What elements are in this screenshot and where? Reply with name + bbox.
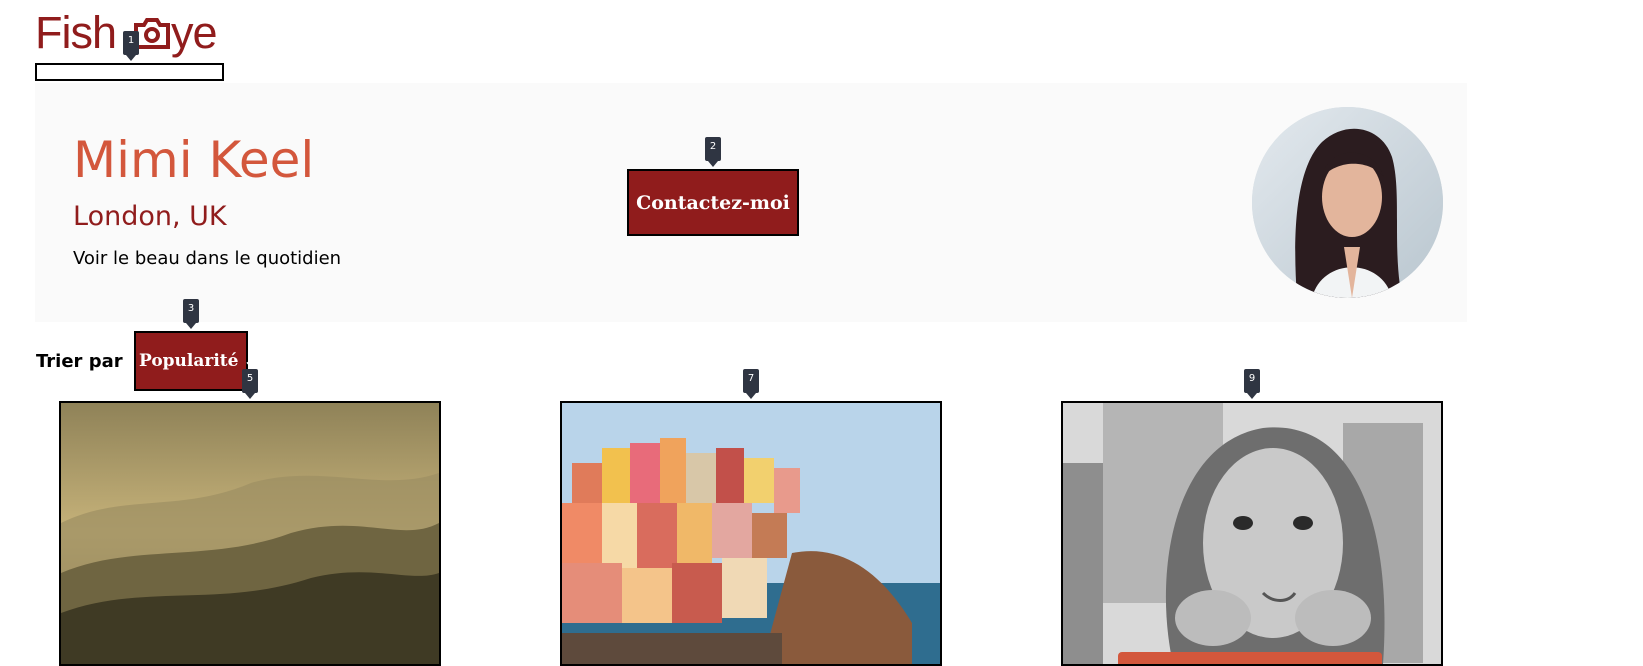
sort-label: Trier par: [36, 351, 123, 372]
photographer-tagline: Voir le beau dans le quotidien: [73, 248, 342, 269]
photographer-header: Mimi Keel London, UK Voir le beau dans l…: [35, 83, 1467, 322]
photographer-location: London, UK: [73, 201, 227, 232]
media-image: [61, 403, 439, 664]
contact-button[interactable]: Contactez-moi: [627, 169, 799, 236]
photographer-avatar: [1252, 107, 1443, 298]
marker-badge: 1: [123, 31, 139, 61]
media-card[interactable]: [1061, 401, 1443, 666]
marker-badge: 3: [183, 299, 199, 329]
media-image: [562, 403, 940, 664]
media-card[interactable]: [59, 401, 441, 666]
sort-selected-value: Popularité: [139, 351, 239, 371]
logo-text-left: Fish: [35, 7, 117, 58]
logo-text-right: ye: [171, 7, 218, 58]
marker-badge: 2: [705, 137, 721, 167]
logo-focus-outline: [35, 63, 224, 81]
marker-badge: 5: [242, 369, 258, 399]
sort-dropdown[interactable]: Popularité ⌄: [134, 331, 254, 391]
marker-badge: 9: [1244, 369, 1260, 399]
chevron-down-icon: ⌄: [244, 354, 254, 368]
media-image: [1063, 403, 1441, 664]
media-caption-bar: [1118, 652, 1382, 664]
media-card[interactable]: [560, 401, 942, 666]
marker-badge: 7: [743, 369, 759, 399]
photographer-name: Mimi Keel: [73, 131, 315, 189]
